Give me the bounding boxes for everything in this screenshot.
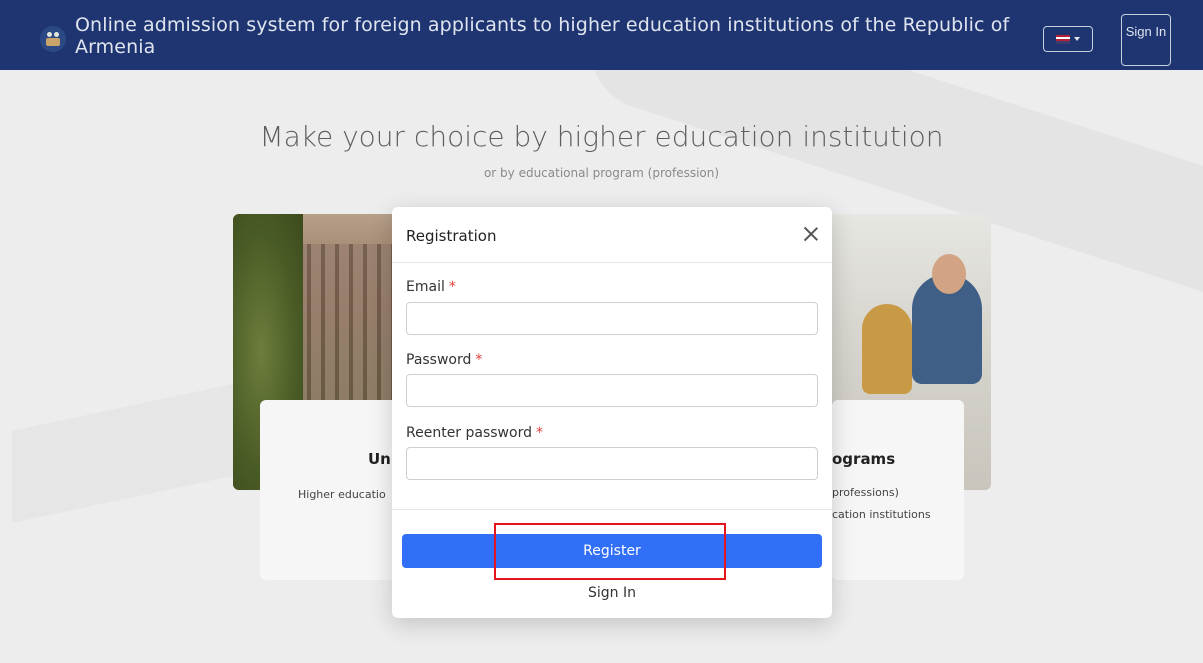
required-asterisk: *	[448, 279, 456, 295]
password-field[interactable]	[406, 374, 818, 407]
email-label: Email *	[406, 279, 456, 295]
email-field[interactable]	[406, 302, 818, 335]
us-flag-icon	[1056, 34, 1070, 44]
page-subheadline: or by educational program (profession)	[483, 166, 720, 180]
reenter-password-field[interactable]	[406, 447, 818, 480]
signin-button[interactable]: Sign In	[1121, 14, 1171, 66]
logo-icon[interactable]	[40, 26, 66, 52]
required-asterisk: *	[535, 425, 543, 441]
universities-card[interactable]: Un Higher educatio	[260, 400, 400, 580]
site-title: Online admission system for foreign appl…	[75, 14, 1010, 58]
page-headline: Make your choice by higher education ins…	[259, 120, 944, 153]
reenter-password-label: Reenter password *	[406, 425, 543, 441]
password-label: Password *	[406, 352, 483, 368]
caret-down-icon	[1074, 37, 1080, 41]
top-navbar: Online admission system for foreign appl…	[0, 0, 1203, 70]
language-dropdown[interactable]	[1043, 26, 1093, 52]
modal-header: Registration	[392, 207, 832, 263]
required-asterisk: *	[475, 352, 483, 368]
signin-link[interactable]: Sign In	[392, 585, 832, 601]
close-icon[interactable]	[802, 225, 820, 243]
register-button[interactable]: Register	[402, 534, 822, 568]
programs-card-desc-line2: cation institutions	[832, 508, 931, 521]
modal-footer-divider	[392, 509, 832, 510]
universities-card-title: Un	[368, 450, 391, 468]
programs-card[interactable]: ograms professions) cation institutions	[832, 400, 964, 580]
programs-card-title: ograms	[832, 450, 896, 468]
registration-modal: Registration Email * Password * Reenter pa…	[392, 207, 832, 618]
universities-card-desc: Higher educatio	[298, 488, 386, 501]
modal-title: Registration	[406, 227, 497, 245]
programs-card-desc-line1: professions)	[832, 486, 899, 499]
